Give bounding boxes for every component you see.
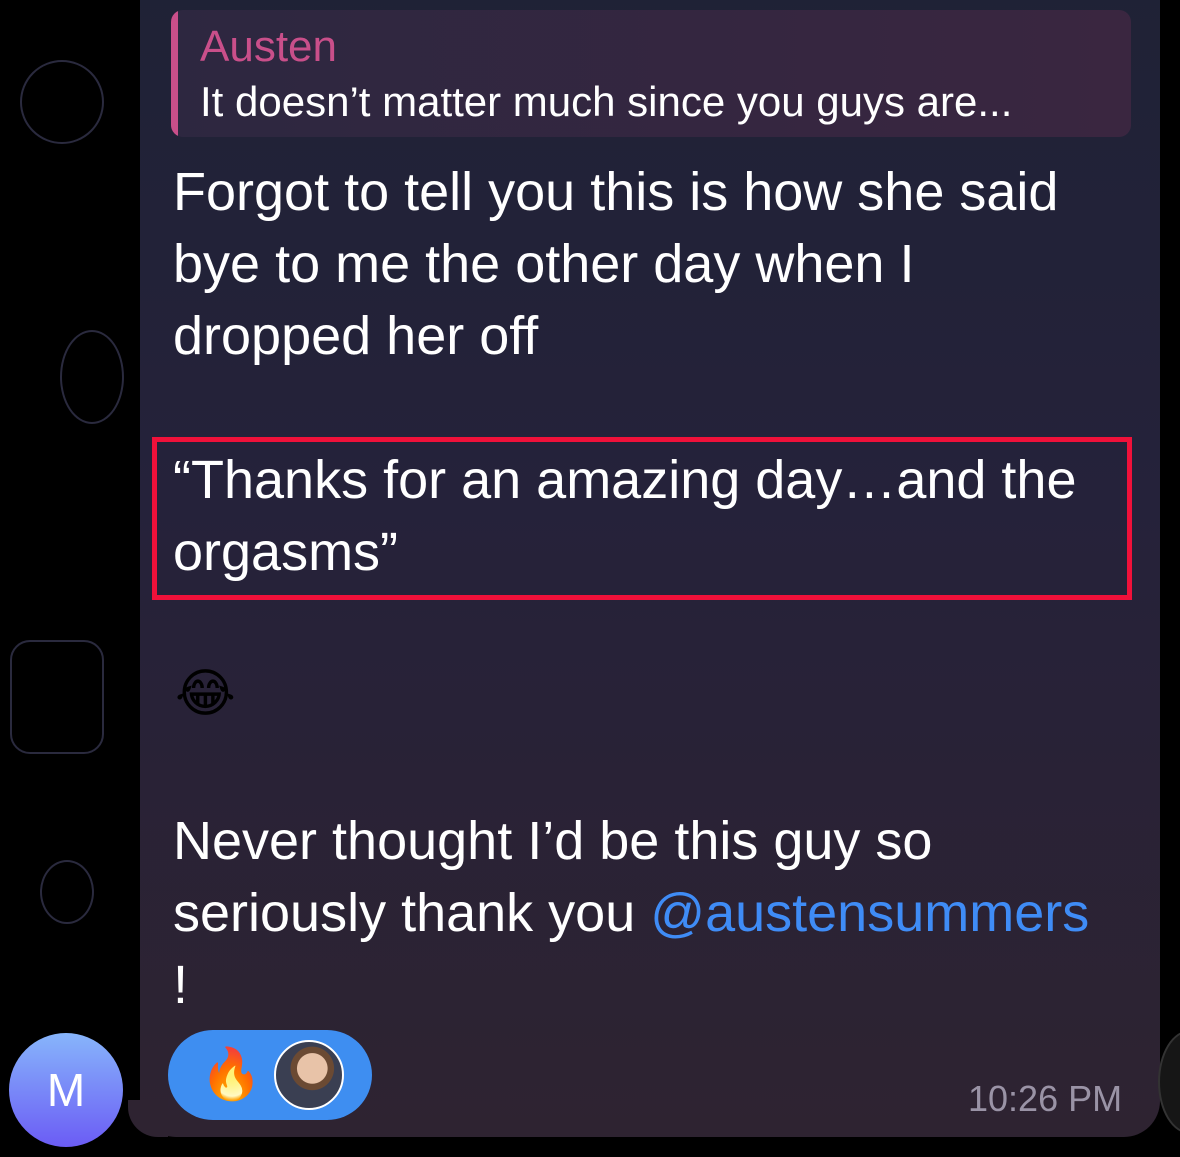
reply-accent-bar	[171, 10, 178, 137]
scroll-button[interactable]	[1158, 1030, 1180, 1134]
reply-quote[interactable]: Austen It doesn’t matter much since you …	[171, 10, 1131, 137]
reaction-chip[interactable]: 🔥	[168, 1030, 372, 1120]
highlight-box	[152, 437, 1132, 600]
avatar-initial: M	[46, 1064, 86, 1116]
background-doodle	[60, 330, 124, 424]
message-timestamp: 10:26 PM	[968, 1078, 1123, 1119]
background-doodle	[10, 640, 104, 754]
message-text: seriously thank you	[173, 883, 651, 943]
message-line: dropped her off	[173, 306, 539, 366]
sender-avatar[interactable]: M	[9, 1033, 123, 1147]
message-line: Never thought I’d be this guy so	[173, 811, 933, 871]
reactor-avatar	[274, 1040, 344, 1110]
reply-text: It doesn’t matter much since you guys ar…	[200, 78, 1013, 125]
message-line: bye to me the other day when I	[173, 234, 915, 294]
mention-link[interactable]: @austensummers	[650, 883, 1089, 943]
fire-icon: 🔥	[200, 1046, 263, 1102]
message-line: seriously thank you @austensummers	[173, 877, 1089, 949]
laughing-emoji: 😂	[175, 665, 236, 723]
bubble-tail	[128, 1100, 168, 1137]
background-doodle	[40, 860, 94, 924]
background-doodle	[20, 60, 104, 144]
message-line: Forgot to tell you this is how she said	[173, 162, 1059, 222]
message-line: !	[173, 955, 189, 1015]
reply-author: Austen	[200, 22, 337, 71]
